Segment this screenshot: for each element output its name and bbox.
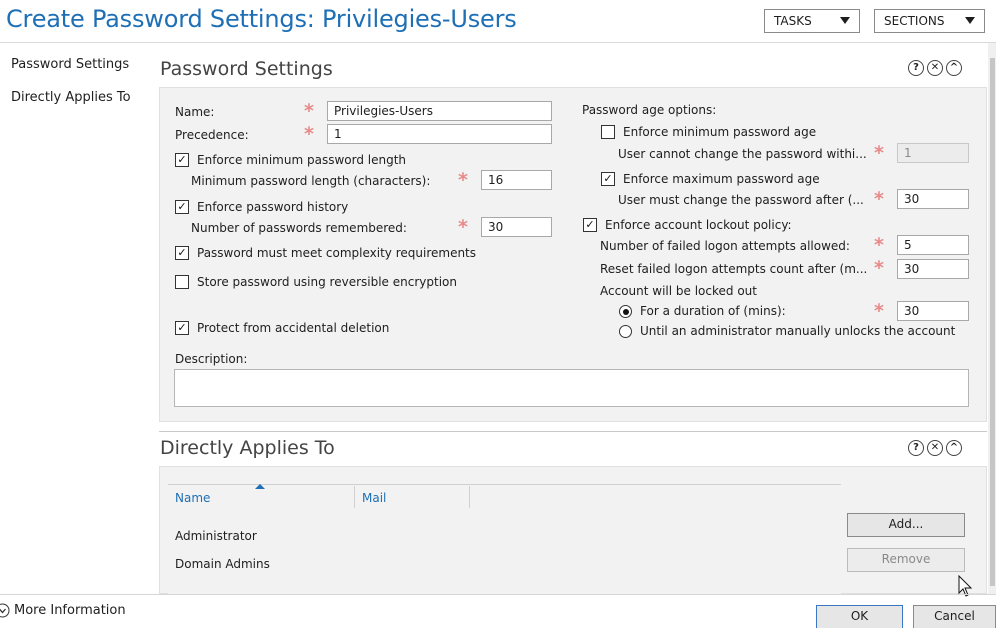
min-length-input[interactable]: 16 [481,170,552,190]
header-divider [0,42,996,43]
complexity-label: Password must meet complexity requiremen… [197,246,477,260]
mouse-cursor-icon [958,575,973,597]
reversible-encryption-checkbox[interactable] [175,275,189,289]
history-label: Number of passwords remembered: [191,221,407,235]
required-star: * [458,216,468,238]
collapse-icon[interactable]: ^ [946,440,962,456]
scrollbar-thumb[interactable] [990,58,995,586]
section-divider [159,431,987,432]
required-star: * [874,257,884,279]
password-settings-header-icons: ? ✕ ^ [908,60,962,76]
reversible-encryption-label: Store password using reversible encrypti… [197,275,457,289]
description-label: Description: [175,352,248,366]
sections-label: SECTIONS [884,14,945,28]
enforce-min-length-label: Enforce minimum password length [197,153,407,167]
reset-count-label: Reset failed logon attempts count after … [600,262,868,276]
required-star: * [458,169,468,191]
required-star: * [874,142,884,164]
enforce-min-age-checkbox[interactable] [601,125,615,139]
password-settings-title: Password Settings [160,58,333,80]
locked-out-label: Account will be locked out [600,284,757,298]
applies-to-header-icons: ? ✕ ^ [908,440,962,456]
column-separator [354,486,355,508]
applies-to-title: Directly Applies To [160,437,335,459]
enforce-history-checkbox[interactable]: ✓ [175,200,189,214]
history-input[interactable]: 30 [481,217,552,237]
lockout-policy-checkbox[interactable]: ✓ [583,218,597,232]
remove-button[interactable]: Remove [847,548,965,572]
nav-item-directly-applies-to[interactable]: Directly Applies To [11,90,131,105]
max-age-input[interactable]: 30 [897,189,969,209]
failed-attempts-input[interactable]: 5 [897,235,969,255]
ok-button[interactable]: OK [816,605,903,628]
name-label: Name: [175,105,215,119]
sections-dropdown[interactable]: SECTIONS [874,9,985,33]
list-item[interactable]: Administrator [175,529,257,543]
column-header-name[interactable]: Name [175,491,210,505]
sort-ascending-icon [255,484,265,489]
add-button[interactable]: Add... [847,513,965,537]
until-admin-label: Until an administrator manually unlocks … [640,324,956,338]
until-admin-radio[interactable] [619,325,632,338]
expand-circle-icon[interactable] [0,603,10,618]
min-length-label: Minimum password length (characters): [191,174,431,188]
age-options-label: Password age options: [582,103,717,117]
tasks-label: TASKS [774,14,812,28]
required-star: * [304,100,314,122]
required-star: * [304,123,314,145]
protect-deletion-label: Protect from accidental deletion [197,321,390,335]
duration-radio[interactable] [619,305,632,318]
enforce-min-age-label: Enforce minimum password age [623,125,817,139]
duration-label: For a duration of (mins): [640,304,786,318]
min-age-input[interactable]: 1 [897,143,969,163]
min-age-label: User cannot change the password withi... [618,147,867,161]
required-star: * [874,234,884,256]
chevron-down-icon [840,17,850,24]
close-icon[interactable]: ✕ [927,60,943,76]
required-star: * [874,188,884,210]
cancel-button[interactable]: Cancel [913,605,996,628]
window-title: Create Password Settings: Privilegies-Us… [6,5,517,33]
duration-input[interactable]: 30 [897,301,969,321]
tasks-dropdown[interactable]: TASKS [764,9,860,33]
description-textarea[interactable] [174,369,969,407]
collapse-icon[interactable]: ^ [946,60,962,76]
precedence-input[interactable]: 1 [327,124,552,144]
enforce-history-label: Enforce password history [197,200,349,214]
footer-divider [0,594,996,595]
required-star: * [874,300,884,322]
applies-to-list[interactable] [168,484,841,594]
column-separator [469,486,470,508]
reset-count-input[interactable]: 30 [897,259,969,279]
max-age-label: User must change the password after (... [618,193,864,207]
enforce-min-length-checkbox[interactable]: ✓ [175,153,189,167]
more-information-link[interactable]: More Information [14,603,126,618]
failed-attempts-label: Number of failed logon attempts allowed: [600,239,850,253]
enforce-max-age-label: Enforce maximum password age [623,172,820,186]
list-item[interactable]: Domain Admins [175,557,270,571]
enforce-max-age-checkbox[interactable]: ✓ [601,172,615,186]
protect-deletion-checkbox[interactable]: ✓ [175,321,189,335]
help-icon[interactable]: ? [908,440,924,456]
nav-item-password-settings[interactable]: Password Settings [11,57,129,72]
precedence-label: Precedence: [175,128,249,142]
chevron-down-icon [965,17,975,24]
column-header-mail[interactable]: Mail [362,491,386,505]
name-input[interactable]: Privilegies-Users [327,101,552,121]
help-icon[interactable]: ? [908,60,924,76]
complexity-checkbox[interactable]: ✓ [175,246,189,260]
lockout-policy-label: Enforce account lockout policy: [605,218,792,232]
close-icon[interactable]: ✕ [927,440,943,456]
